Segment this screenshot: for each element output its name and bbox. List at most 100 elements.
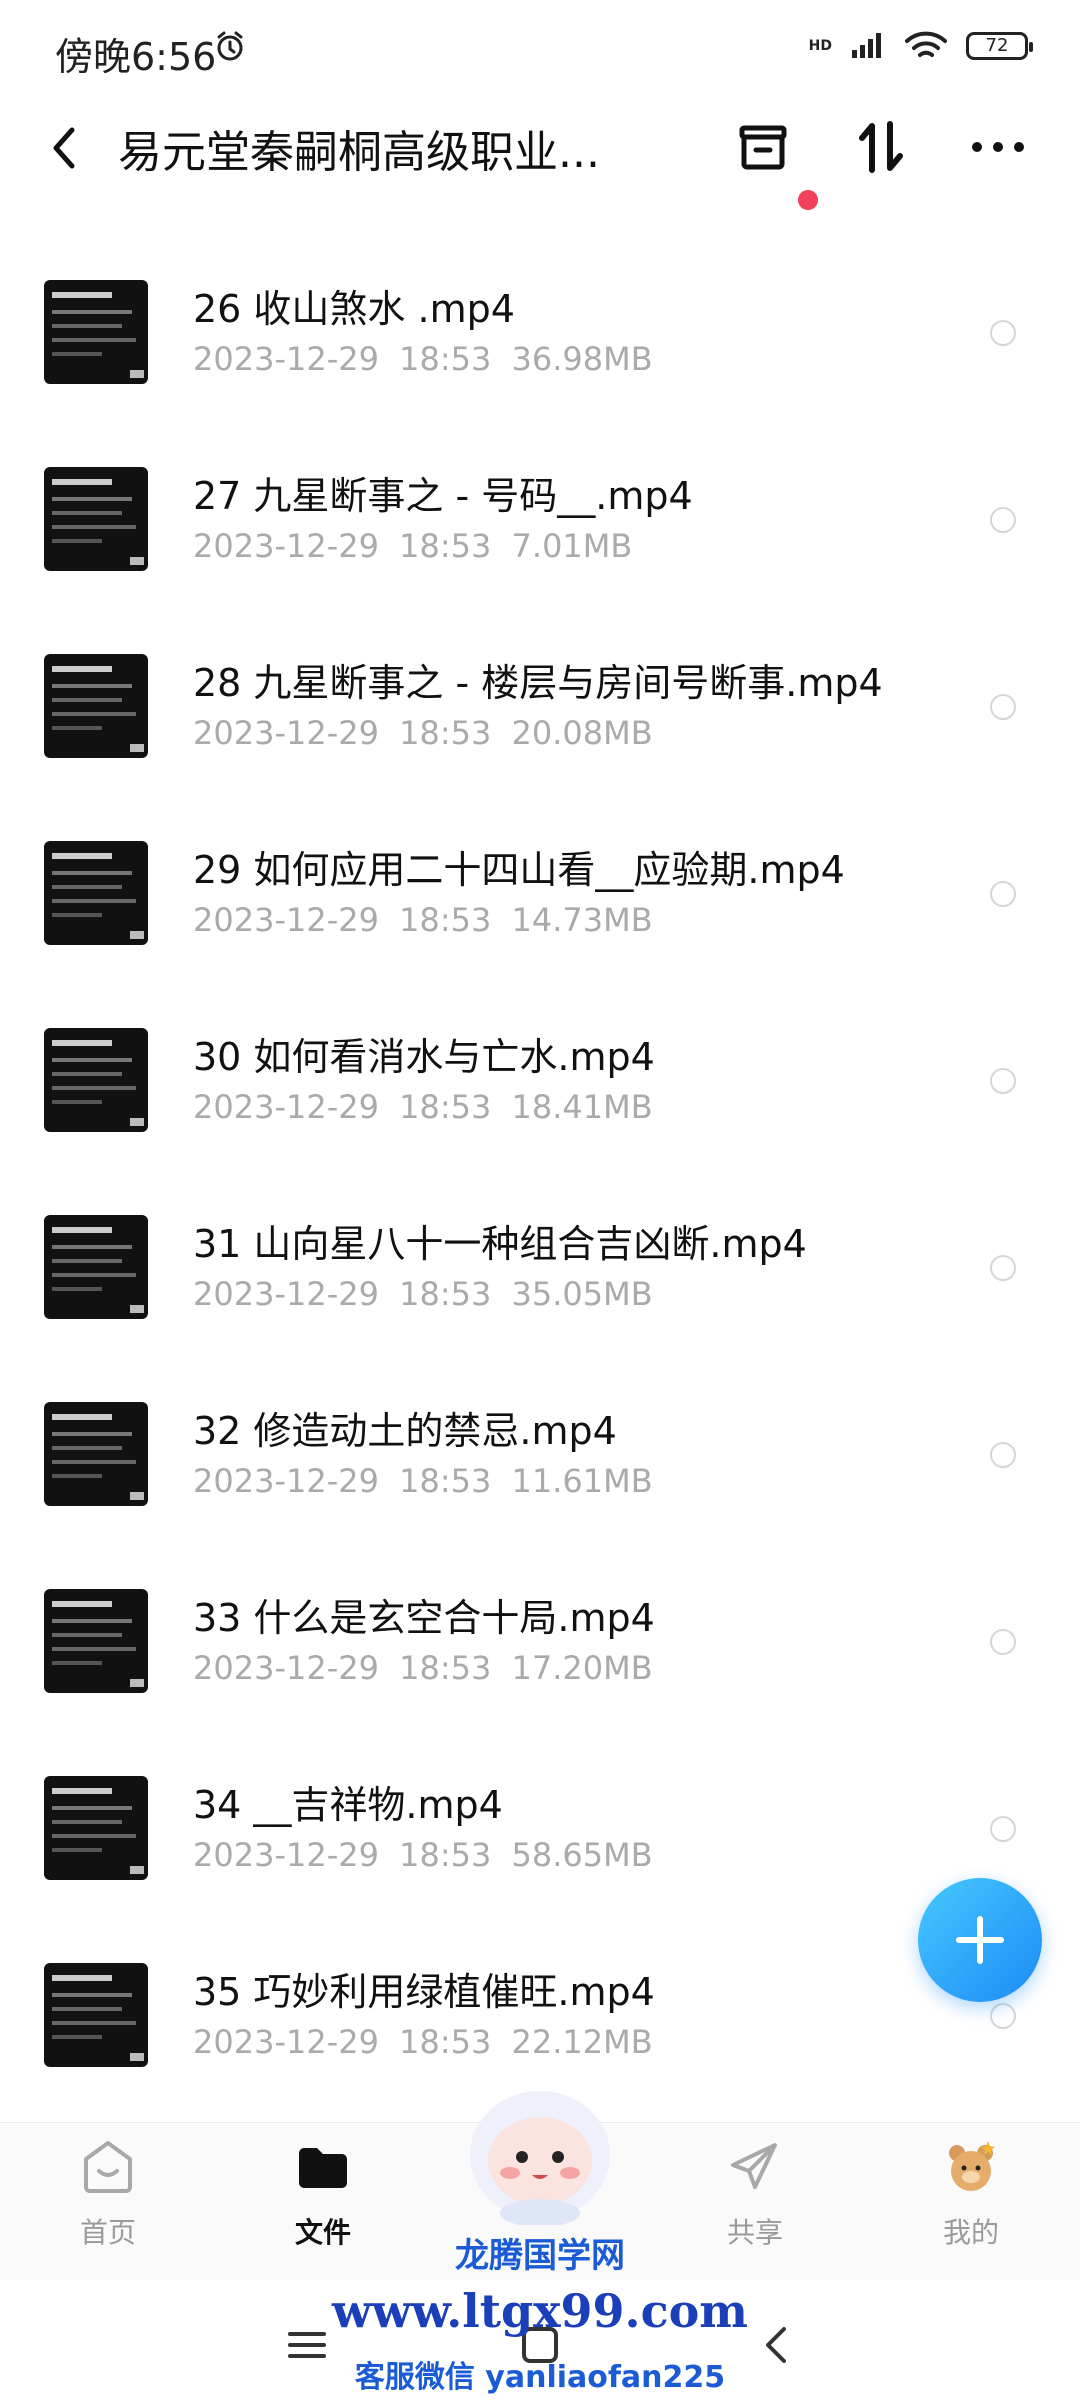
file-list: 26 收山煞水 .mp4 2023-12-29 18:53 36.98MB 27… [0,236,1080,2106]
file-meta: 2023-12-29 18:53 17.20MB [193,1649,653,1687]
send-icon [731,2143,777,2189]
file-row[interactable]: 26 收山煞水 .mp4 2023-12-29 18:53 36.98MB [0,236,1080,423]
page-title: 易元堂秦嗣桐高级职业... [118,127,600,178]
notification-dot [798,190,818,210]
file-size: 22.12MB [511,2023,653,2061]
file-row[interactable]: 28 九星断事之 - 楼层与房间号断事.mp4 2023-12-29 18:53… [0,610,1080,797]
file-name: 35 巧妙利用绿植催旺.mp4 [193,1970,655,2014]
file-name: 27 九星断事之 - 号码__.mp4 [193,474,693,518]
file-row[interactable]: 31 山向星八十一种组合吉凶断.mp4 2023-12-29 18:53 35.… [0,1171,1080,1358]
file-date: 2023-12-29 [193,714,379,752]
title-bar: 易元堂秦嗣桐高级职业... [0,100,1080,210]
file-meta: 2023-12-29 18:53 20.08MB [193,714,653,752]
video-thumbnail [44,1028,148,1132]
select-radio[interactable] [990,1629,1016,1655]
file-meta: 2023-12-29 18:53 36.98MB [193,340,653,378]
video-thumbnail [44,1963,148,2067]
mascot-logo [470,2091,610,2225]
more-options-icon[interactable] [965,114,1031,180]
select-radio[interactable] [990,320,1016,346]
transfer-list-icon[interactable] [730,114,796,180]
file-meta: 2023-12-29 18:53 11.61MB [193,1462,653,1500]
file-meta: 2023-12-29 18:53 22.12MB [193,2023,653,2061]
file-meta: 2023-12-29 18:53 14.73MB [193,901,653,939]
video-thumbnail [44,1776,148,1880]
signal-icon [852,33,881,58]
network-badge: HD [808,38,832,54]
file-size: 7.01MB [511,527,633,565]
file-time: 18:53 [399,1836,492,1874]
file-size: 36.98MB [511,340,653,378]
file-size: 35.05MB [511,1275,653,1313]
file-date: 2023-12-29 [193,527,379,565]
file-size: 18.41MB [511,1088,653,1126]
select-radio[interactable] [990,1068,1016,1094]
select-radio[interactable] [990,1816,1016,1842]
file-meta: 2023-12-29 18:53 7.01MB [193,527,632,565]
file-date: 2023-12-29 [193,1275,379,1313]
file-name: 26 收山煞水 .mp4 [193,287,515,331]
select-radio[interactable] [990,2003,1016,2029]
file-time: 18:53 [399,714,492,752]
select-radio[interactable] [990,881,1016,907]
video-thumbnail [44,1589,148,1693]
file-size: 17.20MB [511,1649,653,1687]
file-time: 18:53 [399,901,492,939]
watermark-url: www.ltgx99.com [332,2284,748,2338]
file-name: 30 如何看消水与亡水.mp4 [193,1035,655,1079]
file-date: 2023-12-29 [193,1088,379,1126]
file-size: 20.08MB [511,714,653,752]
file-time: 18:53 [399,527,492,565]
sort-icon[interactable] [848,114,914,180]
file-row[interactable]: 29 如何应用二十四山看__应验期.mp4 2023-12-29 18:53 1… [0,797,1080,984]
wifi-icon [905,31,947,57]
file-size: 14.73MB [511,901,653,939]
back-arrow-icon[interactable] [40,118,90,178]
watermark-contact: 客服微信 yanliaofan225 [354,2360,726,2395]
file-name: 32 修造动土的禁忌.mp4 [193,1409,617,1453]
file-name: 31 山向星八十一种组合吉凶断.mp4 [193,1222,807,1266]
file-date: 2023-12-29 [193,340,379,378]
file-meta: 2023-12-29 18:53 35.05MB [193,1275,653,1313]
file-name: 33 什么是玄空合十局.mp4 [193,1596,655,1640]
file-row[interactable]: 27 九星断事之 - 号码__.mp4 2023-12-29 18:53 7.0… [0,423,1080,610]
file-date: 2023-12-29 [193,2023,379,2061]
file-date: 2023-12-29 [193,1836,379,1874]
home-icon [84,2141,132,2193]
file-row[interactable]: 30 如何看消水与亡水.mp4 2023-12-29 18:53 18.41MB [0,984,1080,1171]
video-thumbnail [44,467,148,571]
file-meta: 2023-12-29 18:53 18.41MB [193,1088,653,1126]
file-time: 18:53 [399,2023,492,2061]
file-time: 18:53 [399,1088,492,1126]
file-time: 18:53 [399,1649,492,1687]
file-name: 34 __吉祥物.mp4 [193,1783,503,1827]
status-time: 傍晚6:56 [55,35,217,79]
file-date: 2023-12-29 [193,901,379,939]
video-thumbnail [44,1215,148,1319]
file-time: 18:53 [399,1462,492,1500]
file-meta: 2023-12-29 18:53 58.65MB [193,1836,653,1874]
file-row[interactable]: 34 __吉祥物.mp4 2023-12-29 18:53 58.65MB [0,1732,1080,1919]
file-time: 18:53 [399,1275,492,1313]
file-date: 2023-12-29 [193,1462,379,1500]
profile-bear-icon [949,2141,995,2191]
file-row[interactable]: 32 修造动土的禁忌.mp4 2023-12-29 18:53 11.61MB [0,1358,1080,1545]
file-name: 29 如何应用二十四山看__应验期.mp4 [193,848,845,892]
file-name: 28 九星断事之 - 楼层与房间号断事.mp4 [193,661,883,705]
add-button[interactable] [918,1878,1042,2002]
battery-level: 72 [985,35,1009,56]
select-radio[interactable] [990,1255,1016,1281]
video-thumbnail [44,1402,148,1506]
watermark-site-name: 龙腾国学网 [455,2236,625,2276]
file-size: 11.61MB [511,1462,653,1500]
video-thumbnail [44,841,148,945]
select-radio[interactable] [990,507,1016,533]
file-size: 58.65MB [511,1836,653,1874]
file-time: 18:53 [399,340,492,378]
file-date: 2023-12-29 [193,1649,379,1687]
battery-icon: 72 [966,32,1033,60]
video-thumbnail [44,280,148,384]
select-radio[interactable] [990,1442,1016,1468]
file-row[interactable]: 33 什么是玄空合十局.mp4 2023-12-29 18:53 17.20MB [0,1545,1080,1732]
select-radio[interactable] [990,694,1016,720]
